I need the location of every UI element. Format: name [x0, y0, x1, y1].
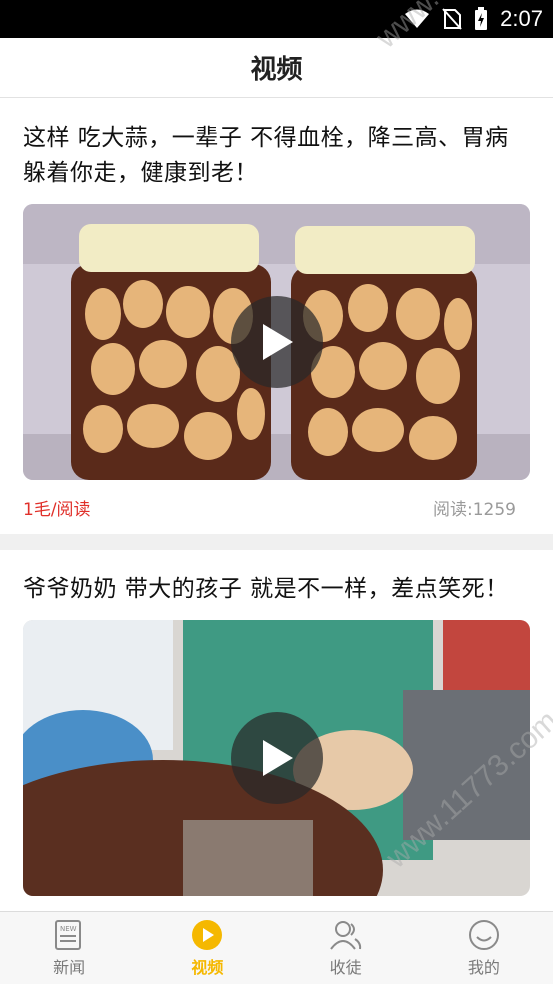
tab-label: 我的: [467, 957, 500, 977]
tab-label: 新闻: [53, 957, 86, 977]
svg-text:NEW: NEW: [60, 925, 77, 933]
app-screen: 2:07 视频 这样 吃大蒜，一辈子 不得血栓，降三高、胃病躲着你走，健康到老！: [0, 0, 553, 984]
tab-news[interactable]: NEW 新闻: [0, 912, 138, 984]
page-title: 视频: [250, 55, 303, 85]
video-play-icon: [192, 919, 223, 950]
play-icon: [262, 324, 293, 360]
reward-rate: 1毛/阅读: [23, 499, 91, 520]
bottom-tab-bar: NEW 新闻 视频 收徒 我的: [0, 911, 553, 984]
status-time: 2:07: [500, 6, 543, 31]
tab-label: 收徒: [329, 957, 362, 977]
video-card[interactable]: 爷爷奶奶 带大的孩子 就是不一样，差点笑死！: [0, 550, 553, 896]
video-title[interactable]: 爷爷奶奶 带大的孩子 就是不一样，差点笑死！: [23, 550, 530, 607]
status-bar: 2:07: [0, 0, 553, 38]
news-icon: NEW: [55, 919, 82, 950]
tab-apprentice[interactable]: 收徒: [277, 912, 415, 984]
tab-label: 视频: [191, 957, 224, 977]
card-divider: [0, 534, 553, 550]
video-thumbnail[interactable]: [23, 204, 530, 480]
top-header: 视频: [0, 38, 553, 98]
play-button[interactable]: [230, 712, 323, 804]
video-thumbnail[interactable]: [23, 620, 530, 896]
battery-charging-icon: [475, 7, 488, 30]
read-count: 阅读:1259: [433, 499, 516, 520]
play-icon: [262, 740, 293, 776]
video-title[interactable]: 这样 吃大蒜，一辈子 不得血栓，降三高、胃病躲着你走，健康到老！: [23, 99, 530, 191]
tab-video[interactable]: 视频: [138, 912, 276, 984]
tab-profile[interactable]: 我的: [415, 912, 553, 984]
video-card[interactable]: 这样 吃大蒜，一辈子 不得血栓，降三高、胃病躲着你走，健康到老！ 1毛/阅读 阅…: [0, 99, 553, 534]
video-feed[interactable]: 这样 吃大蒜，一辈子 不得血栓，降三高、胃病躲着你走，健康到老！ 1毛/阅读 阅…: [0, 99, 553, 911]
no-sim-icon: [442, 8, 462, 30]
apprentice-icon: [329, 920, 361, 950]
play-button[interactable]: [230, 296, 323, 388]
profile-smile-icon: [468, 919, 499, 950]
video-meta: 1毛/阅读 阅读:1259: [23, 480, 530, 534]
wifi-icon: [405, 9, 430, 28]
